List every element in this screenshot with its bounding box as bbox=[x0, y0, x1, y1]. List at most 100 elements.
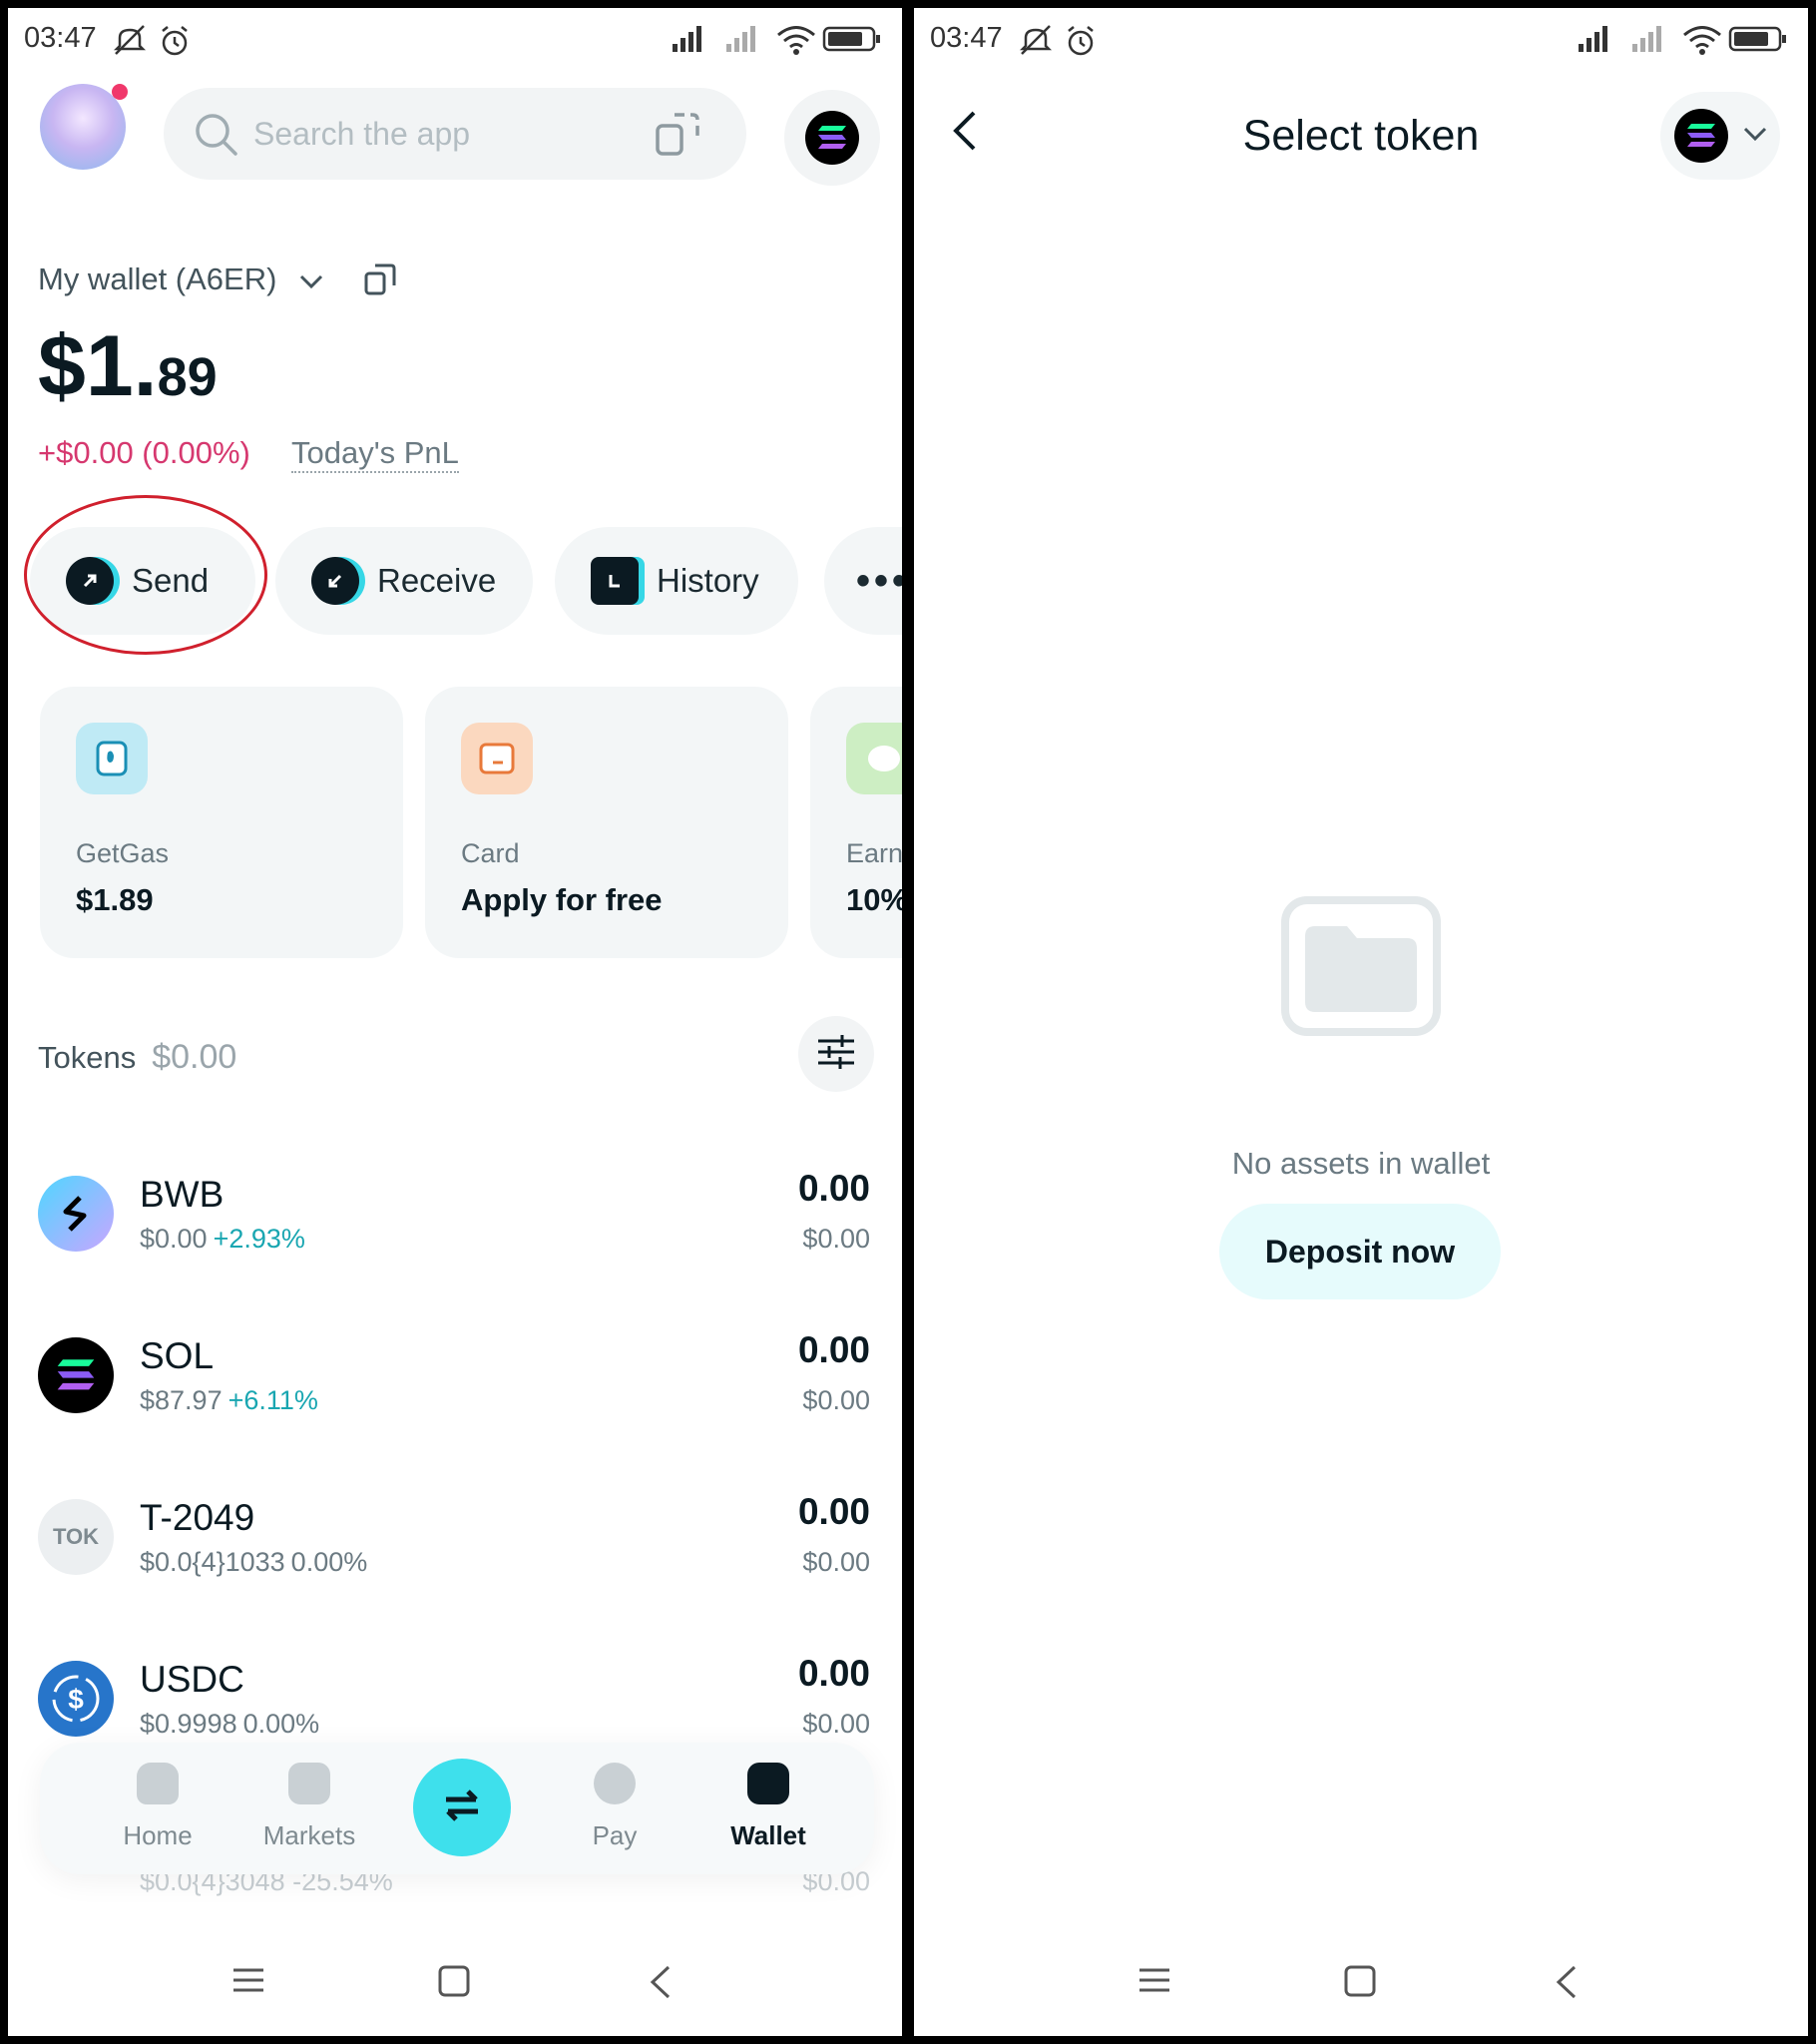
alarm-icon bbox=[158, 24, 192, 58]
getgas-card[interactable]: GetGas $1.89 bbox=[40, 687, 403, 958]
status-bar: 03:47 bbox=[914, 8, 1808, 72]
bottom-nav: Home Markets Pay Wallet bbox=[40, 1743, 874, 1874]
token-price: $0.9998 bbox=[140, 1709, 237, 1739]
card-label: Card bbox=[461, 838, 520, 868]
status-time: 03:47 bbox=[24, 22, 97, 54]
token-amount: 0.00 bbox=[797, 1168, 870, 1209]
more-icon: ••• bbox=[856, 558, 902, 603]
search-placeholder: Search the app bbox=[253, 116, 471, 152]
markets-icon bbox=[288, 1763, 330, 1804]
card-promo[interactable]: Card Apply for free bbox=[425, 687, 788, 958]
home-icon bbox=[137, 1763, 179, 1804]
mute-icon bbox=[1018, 24, 1054, 56]
earn-card[interactable]: Earn 10% bbox=[810, 687, 902, 958]
signal-icon bbox=[1575, 24, 1618, 54]
nav-wallet-label: Wallet bbox=[730, 1820, 806, 1850]
tok-placeholder-icon: TOK bbox=[38, 1499, 114, 1575]
earn-value: 10% bbox=[846, 882, 902, 917]
solana-icon bbox=[805, 111, 859, 165]
token-row-sol[interactable]: SOL $87.97 +6.11% 0.00 $0.00 bbox=[8, 1327, 902, 1487]
network-selector[interactable] bbox=[1660, 92, 1780, 180]
wifi-icon bbox=[776, 24, 816, 56]
history-label: History bbox=[657, 562, 759, 599]
send-highlight-annotation bbox=[24, 495, 267, 655]
balance-cents: 89 bbox=[157, 347, 218, 407]
notification-dot bbox=[112, 84, 128, 100]
system-nav bbox=[914, 1964, 1808, 2036]
scan-icon[interactable] bbox=[653, 110, 702, 165]
piggy-bank-icon bbox=[846, 723, 902, 794]
nav-pay-label: Pay bbox=[592, 1820, 638, 1850]
pnl-value: +$0.00 (0.00%) bbox=[38, 435, 250, 470]
search-bar[interactable]: Search the app bbox=[164, 88, 746, 180]
signal-2-icon bbox=[1628, 24, 1672, 54]
filter-button[interactable] bbox=[798, 1016, 874, 1092]
token-symbol: T-2049 bbox=[140, 1497, 255, 1538]
getgas-value: $1.89 bbox=[76, 882, 154, 917]
gas-icon bbox=[76, 723, 148, 794]
wallet-name[interactable]: My wallet (A6ER) bbox=[38, 261, 325, 299]
more-button[interactable]: ••• bbox=[824, 527, 902, 635]
swap-arrows-icon bbox=[442, 1788, 482, 1828]
receive-label: Receive bbox=[377, 562, 497, 599]
chevron-down-icon bbox=[297, 263, 325, 299]
solana-icon bbox=[1674, 109, 1728, 163]
tokens-title: Tokens bbox=[38, 1040, 137, 1075]
home-square-icon[interactable] bbox=[1343, 1964, 1377, 2003]
token-row-bwb[interactable]: BWB $0.00 +2.93% 0.00 $0.00 bbox=[8, 1166, 902, 1325]
menu-icon[interactable] bbox=[1137, 1964, 1171, 2001]
svg-text:$: $ bbox=[68, 1684, 84, 1715]
token-change: 0.00% bbox=[242, 1709, 320, 1739]
back-icon[interactable] bbox=[647, 1964, 673, 2005]
total-balance: $1.89 bbox=[38, 317, 218, 416]
tokens-total: $0.00 bbox=[152, 1038, 237, 1076]
token-price-line: $87.97 +6.11% bbox=[140, 1385, 318, 1416]
pay-icon bbox=[594, 1763, 636, 1804]
token-price: $0.0{4}1033 bbox=[140, 1547, 285, 1577]
menu-icon[interactable] bbox=[231, 1964, 265, 2001]
nav-home[interactable]: Home bbox=[88, 1763, 227, 1851]
copy-icon[interactable] bbox=[363, 261, 397, 302]
swap-button[interactable] bbox=[413, 1759, 511, 1856]
home-square-icon[interactable] bbox=[437, 1964, 471, 2003]
battery-icon bbox=[822, 24, 882, 54]
nav-markets-label: Markets bbox=[262, 1820, 356, 1850]
status-bar: 03:47 bbox=[8, 8, 902, 72]
empty-message: No assets in wallet bbox=[1231, 1146, 1491, 1181]
pnl-label[interactable]: Today's PnL bbox=[291, 435, 459, 473]
chevron-down-icon bbox=[1742, 125, 1768, 148]
history-icon bbox=[591, 557, 639, 605]
token-row-t2049[interactable]: TOK T-2049 $0.0{4}1033 0.00% 0.00 $0.00 bbox=[8, 1489, 902, 1649]
card-value: Apply for free bbox=[461, 882, 663, 917]
token-usd: $0.00 bbox=[802, 1709, 870, 1739]
token-symbol: SOL bbox=[140, 1335, 215, 1376]
nav-wallet[interactable]: Wallet bbox=[698, 1763, 838, 1851]
signal-icon bbox=[669, 24, 712, 54]
token-amount: 0.00 bbox=[797, 1491, 870, 1532]
token-usd: $0.00 bbox=[802, 1547, 870, 1577]
signal-2-icon bbox=[722, 24, 766, 54]
deposit-now-button[interactable]: Deposit now bbox=[1219, 1204, 1501, 1299]
back-icon[interactable] bbox=[1553, 1964, 1579, 2005]
getgas-label: GetGas bbox=[76, 838, 170, 868]
token-change: 0.00% bbox=[290, 1547, 368, 1577]
wifi-icon bbox=[1682, 24, 1722, 56]
network-selector[interactable] bbox=[784, 90, 880, 186]
token-change: +6.11% bbox=[227, 1385, 318, 1415]
token-usd: $0.00 bbox=[802, 1224, 870, 1254]
nav-markets[interactable]: Markets bbox=[239, 1763, 379, 1851]
nav-home-label: Home bbox=[123, 1820, 193, 1850]
token-price: $0.00 bbox=[140, 1224, 208, 1254]
history-button[interactable]: History bbox=[555, 527, 798, 635]
select-token-screen: 03:47 Select token No assets in wallet D… bbox=[914, 8, 1808, 2036]
token-symbol: USDC bbox=[140, 1659, 244, 1700]
profile-avatar[interactable] bbox=[40, 84, 128, 170]
nav-pay[interactable]: Pay bbox=[545, 1763, 684, 1851]
wallet-card-icon bbox=[461, 723, 533, 794]
token-amount: 0.00 bbox=[797, 1653, 870, 1694]
receive-button[interactable]: Receive bbox=[275, 527, 533, 635]
token-price-line: $0.00 +2.93% bbox=[140, 1224, 305, 1255]
tokens-header: Tokens $0.00 bbox=[38, 1038, 236, 1077]
status-time: 03:47 bbox=[930, 22, 1003, 54]
sliders-icon bbox=[816, 1032, 856, 1077]
